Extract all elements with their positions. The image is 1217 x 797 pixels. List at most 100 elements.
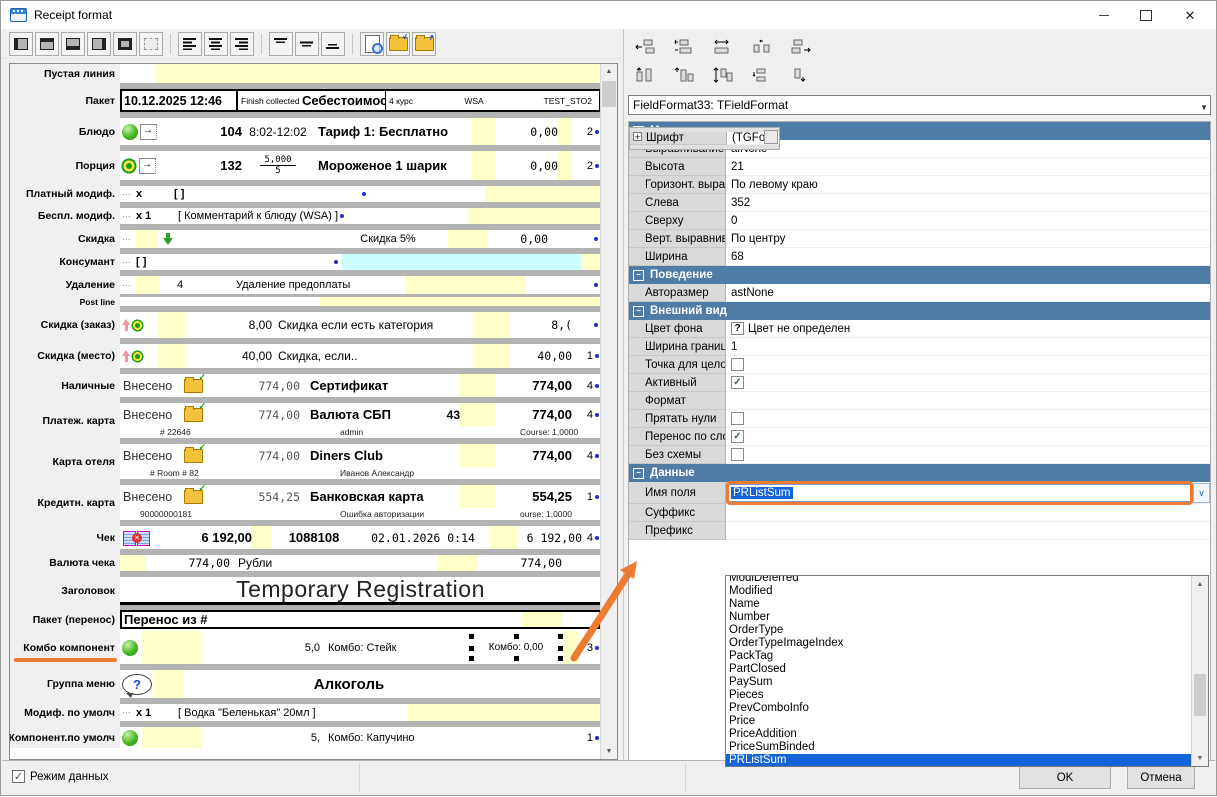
collapse-icon[interactable] <box>633 468 644 479</box>
valign-bottom-icon[interactable] <box>321 32 345 56</box>
field-name-combobox[interactable]: PRListSum <box>728 484 1192 502</box>
property-checkbox[interactable] <box>731 376 744 389</box>
cancel-button[interactable]: Отмена <box>1127 766 1195 789</box>
row-portion[interactable]: Порция 132 5,0005 Мороженое 1 шарик 0,00… <box>10 151 600 180</box>
move-left-icon[interactable] <box>632 36 658 58</box>
dropdown-item[interactable]: Price <box>729 715 1191 728</box>
row-discount-order[interactable]: Скидка (заказ) 8,00 Скидка если есть кат… <box>10 312 600 338</box>
close-button[interactable]: ✕ <box>1170 1 1210 29</box>
scroll-down-icon[interactable]: ▼ <box>601 744 617 759</box>
row-removal[interactable]: Удаление 4 Удаление предоплаты <box>10 276 600 294</box>
row-discount[interactable]: Скидка Скидка 5% 0,00 <box>10 230 600 248</box>
row-post-line[interactable]: Post line <box>10 297 600 306</box>
expand-icon[interactable] <box>633 132 642 141</box>
property-row-prefix[interactable]: Префикс <box>629 522 1210 540</box>
dropdown-item[interactable]: PriceAddition <box>729 728 1191 741</box>
selected-field-combo-sum[interactable]: Комбо: 0,00 <box>468 631 564 664</box>
property-row[interactable]: Формат <box>629 392 1210 410</box>
dropdown-item[interactable]: OrderTypeImageIndex <box>729 637 1191 650</box>
property-row[interactable]: Без схемы <box>629 446 1210 464</box>
dropdown-item[interactable]: ModiDeferred <box>729 576 1191 585</box>
preview-icon[interactable] <box>360 32 384 56</box>
collapse-icon[interactable] <box>633 270 644 281</box>
property-row[interactable]: Ширина границ 1 <box>629 338 1210 356</box>
property-row[interactable]: Ширина 68 <box>629 248 1210 266</box>
dropdown-item[interactable]: PartClosed <box>729 663 1191 676</box>
dropdown-item[interactable]: PRListSum <box>726 754 1191 766</box>
row-payment-card[interactable]: Платеж. карта Внесено 774,00 Валюта СБП … <box>10 403 600 438</box>
align-bottom-edges-icon[interactable] <box>671 64 697 86</box>
row-consumer[interactable]: Консумант [ ] <box>10 254 600 270</box>
ok-button[interactable]: OK <box>1019 766 1111 789</box>
move-top-icon[interactable] <box>632 64 658 86</box>
property-row[interactable]: Авторазмер astNone <box>629 284 1210 302</box>
maximize-button[interactable] <box>1126 1 1166 29</box>
receipt-scrollbar[interactable]: ▲ ▼ <box>600 64 617 759</box>
section-appearance[interactable]: Внешний вид <box>629 302 1210 320</box>
space-horizontally-icon[interactable] <box>749 36 775 58</box>
data-mode-checkbox[interactable] <box>12 770 25 783</box>
section-data[interactable]: Данные <box>629 464 1210 482</box>
scroll-thumb[interactable] <box>602 81 616 107</box>
minimize-button[interactable] <box>1084 1 1124 29</box>
row-packet[interactable]: Пакет 10.12.2025 12:46 Finish collected … <box>10 89 600 112</box>
row-credit-card[interactable]: Кредитн. карта Внесено 554,25 Банковская… <box>10 485 600 520</box>
align-text-left-icon[interactable] <box>178 32 202 56</box>
row-menu-group[interactable]: Группа меню Алкоголь <box>10 670 600 698</box>
property-row-field-name[interactable]: Имя поля PRListSum <box>629 482 1210 504</box>
row-default-modifier[interactable]: Модиф. по умолч x 1 [ Водка "Беленькая" … <box>10 704 600 721</box>
border-all-icon[interactable] <box>113 32 137 56</box>
dropdown-item[interactable]: Number <box>729 611 1191 624</box>
load-format-icon[interactable] <box>386 32 410 56</box>
scroll-thumb[interactable] <box>1194 674 1206 716</box>
row-dish[interactable]: Блюдо 104 8:02-12:02 Тариф 1: Бесплатно … <box>10 118 600 145</box>
align-text-right-icon[interactable] <box>230 32 254 56</box>
row-free-modifier[interactable]: Беспл. модиф. x 1 [ Комментарий к блюду … <box>10 208 600 224</box>
section-behavior[interactable]: Поведение <box>629 266 1210 284</box>
property-row[interactable]: Горизонт. выра По левому краю <box>629 176 1210 194</box>
row-header[interactable]: Заголовок Temporary Registration <box>10 577 600 605</box>
property-checkbox[interactable] <box>731 358 744 371</box>
border-bottom-icon[interactable] <box>61 32 85 56</box>
move-right-icon[interactable] <box>788 36 814 58</box>
border-left-icon[interactable] <box>9 32 33 56</box>
dropdown-item[interactable]: Name <box>729 598 1191 611</box>
property-row[interactable]: Активный <box>629 374 1210 392</box>
combo-dropdown-arrow-icon[interactable] <box>1193 483 1210 503</box>
move-bottom-icon[interactable] <box>788 64 814 86</box>
property-row[interactable]: Прятать нули <box>629 410 1210 428</box>
row-check[interactable]: Чек 6 192,00 1088108 02.01.2026 0:14 6 1… <box>10 526 600 549</box>
dropdown-item[interactable]: PackTag <box>729 650 1191 663</box>
border-none-icon[interactable] <box>139 32 163 56</box>
row-default-component[interactable]: Компонент.по умолч 5, Комбо: Капучино 1 <box>10 727 600 748</box>
border-right-icon[interactable] <box>87 32 111 56</box>
valign-middle-icon[interactable] <box>295 32 319 56</box>
dropdown-item[interactable]: PriceSumBinded <box>729 741 1191 754</box>
dropdown-item[interactable]: PaySum <box>729 676 1191 689</box>
align-left-edges-icon[interactable] <box>671 36 697 58</box>
property-row[interactable]: Сверху 0 <box>629 212 1210 230</box>
make-same-width-icon[interactable] <box>710 36 736 58</box>
property-checkbox[interactable] <box>731 430 744 443</box>
dropdown-item[interactable]: Pieces <box>729 689 1191 702</box>
property-row[interactable]: Перенос по сло <box>629 428 1210 446</box>
dropdown-scrollbar[interactable]: ▲ ▼ <box>1191 576 1208 766</box>
property-row[interactable]: Точка для цело <box>629 356 1210 374</box>
border-top-icon[interactable] <box>35 32 59 56</box>
space-vertically-icon[interactable] <box>749 64 775 86</box>
row-hotel-card[interactable]: Карта отеля Внесено 774,00 Diners Club 7… <box>10 444 600 479</box>
row-cash[interactable]: Наличные Внесено 774,00 Сертификат 774,0… <box>10 374 600 397</box>
scroll-up-icon[interactable]: ▲ <box>601 64 617 79</box>
property-row[interactable]: Высота 21 <box>629 158 1210 176</box>
save-format-icon[interactable] <box>412 32 436 56</box>
align-text-center-icon[interactable] <box>204 32 228 56</box>
editor-button[interactable] <box>764 130 778 144</box>
property-row[interactable]: Слева 352 <box>629 194 1210 212</box>
row-packet-transfer[interactable]: Пакет (перенос) Перенос из # <box>10 610 600 629</box>
dropdown-item[interactable]: Modified <box>729 585 1191 598</box>
scroll-down-icon[interactable]: ▼ <box>1192 750 1208 766</box>
property-checkbox[interactable] <box>731 412 744 425</box>
row-check-currency[interactable]: Валюта чека 774,00 Рубли 774,00 <box>10 555 600 571</box>
scroll-up-icon[interactable]: ▲ <box>1192 576 1208 592</box>
row-paid-modifier[interactable]: Платный модиф. x [ ] <box>10 186 600 202</box>
